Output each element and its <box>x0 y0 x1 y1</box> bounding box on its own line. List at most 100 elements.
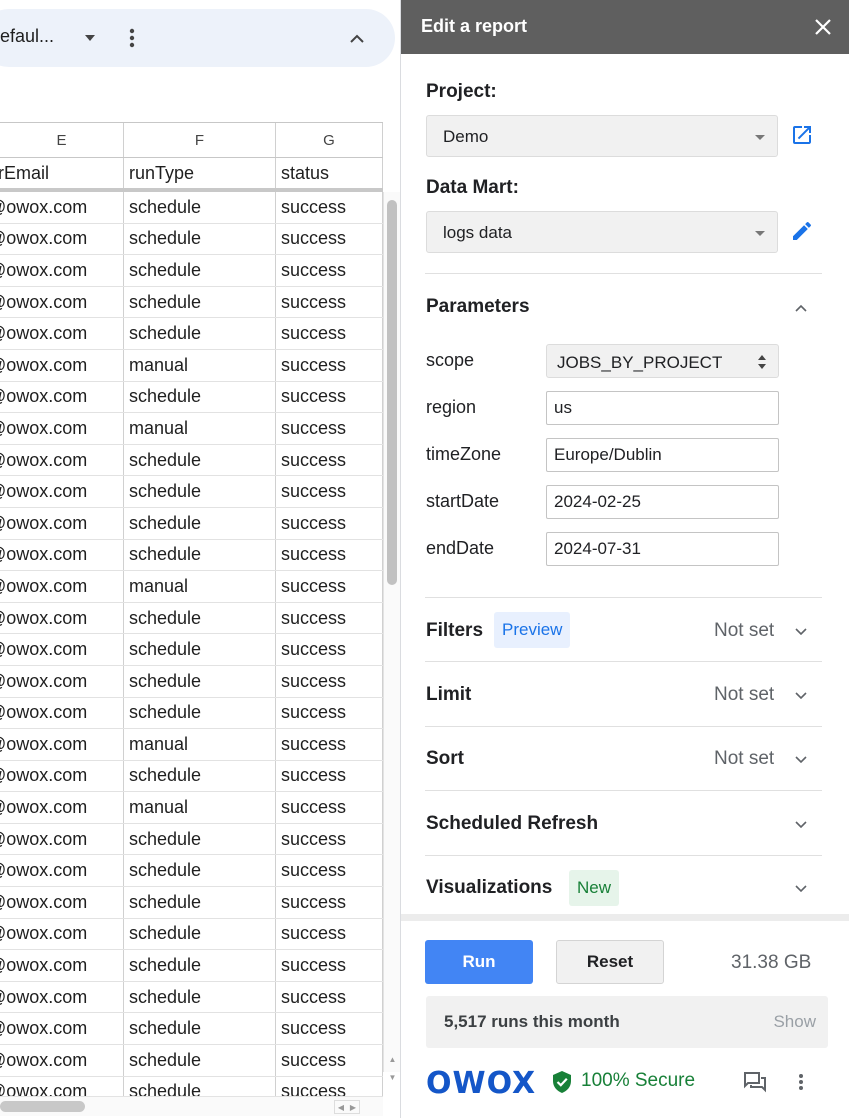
reset-button[interactable]: Reset <box>556 940 664 984</box>
cell[interactable]: schedule <box>124 318 276 349</box>
cell[interactable]: schedule <box>124 381 276 413</box>
cell[interactable]: @owox.com <box>0 476 124 507</box>
cell[interactable]: success <box>276 697 383 729</box>
project-select[interactable]: Demo <box>426 115 778 157</box>
cell[interactable]: @owox.com <box>0 413 124 444</box>
column-header-f[interactable]: F <box>124 123 276 157</box>
caret-down-icon[interactable] <box>80 26 100 50</box>
cell[interactable]: @owox.com <box>0 887 124 918</box>
more-vert-icon[interactable] <box>791 1068 811 1096</box>
startdate-input[interactable] <box>546 485 779 519</box>
run-button[interactable]: Run <box>425 940 533 984</box>
cell[interactable]: @owox.com <box>0 760 124 792</box>
cell[interactable]: schedule <box>124 444 276 476</box>
cell[interactable]: schedule <box>124 918 276 950</box>
cell[interactable]: @owox.com <box>0 792 124 823</box>
cell[interactable]: schedule <box>124 255 276 286</box>
cell[interactable]: @owox.com <box>0 855 124 887</box>
cell[interactable]: @owox.com <box>0 349 124 381</box>
cell[interactable]: @owox.com <box>0 444 124 476</box>
limit-title[interactable]: Limit <box>426 684 471 706</box>
scope-select[interactable]: JOBS_BY_PROJECT <box>546 344 779 378</box>
cell[interactable]: schedule <box>124 697 276 729</box>
cell[interactable]: @owox.com <box>0 697 124 729</box>
cell[interactable]: manual <box>124 571 276 602</box>
vertical-scrollbar[interactable]: ▲ ▼ <box>383 192 400 1082</box>
scroll-left-icon[interactable]: ◀ <box>338 1103 344 1112</box>
cell[interactable]: success <box>276 192 383 223</box>
horizontal-scrollbar[interactable]: ◀ ▶ <box>0 1096 383 1116</box>
cell[interactable]: @owox.com <box>0 665 124 697</box>
cell[interactable]: schedule <box>124 950 276 981</box>
cell[interactable]: success <box>276 539 383 571</box>
view-name[interactable]: efaul... <box>0 26 54 47</box>
cell[interactable]: @owox.com <box>0 1013 124 1045</box>
cell[interactable]: manual <box>124 729 276 760</box>
cell[interactable]: success <box>276 950 383 981</box>
cell[interactable]: @owox.com <box>0 1045 124 1076</box>
chevron-down-icon[interactable] <box>791 814 811 834</box>
cell[interactable]: schedule <box>124 634 276 665</box>
sort-value[interactable]: Not set <box>714 748 774 770</box>
cell[interactable]: schedule <box>124 760 276 792</box>
timezone-input[interactable] <box>546 438 779 472</box>
cell[interactable]: schedule <box>124 192 276 223</box>
cell[interactable]: manual <box>124 413 276 444</box>
cell[interactable]: @owox.com <box>0 823 124 855</box>
cell[interactable]: manual <box>124 349 276 381</box>
cell[interactable]: success <box>276 349 383 381</box>
cell[interactable]: success <box>276 792 383 823</box>
scheduled-refresh-title[interactable]: Scheduled Refresh <box>426 813 598 835</box>
parameters-title[interactable]: Parameters <box>426 296 530 318</box>
cell[interactable]: @owox.com <box>0 634 124 665</box>
cell[interactable]: @owox.com <box>0 602 124 634</box>
cell[interactable]: schedule <box>124 665 276 697</box>
cell[interactable]: success <box>276 855 383 887</box>
cell[interactable]: success <box>276 255 383 286</box>
enddate-input[interactable] <box>546 532 779 566</box>
cell[interactable]: success <box>276 981 383 1013</box>
cell[interactable]: schedule <box>124 507 276 539</box>
cell[interactable]: status <box>276 158 383 188</box>
cell[interactable]: schedule <box>124 1013 276 1045</box>
cell[interactable]: success <box>276 223 383 255</box>
chevron-down-icon[interactable] <box>791 621 811 641</box>
cell[interactable]: success <box>276 665 383 697</box>
cell[interactable]: schedule <box>124 223 276 255</box>
cell[interactable]: success <box>276 507 383 539</box>
cell[interactable]: schedule <box>124 286 276 318</box>
close-icon[interactable] <box>809 13 837 41</box>
chevron-down-icon[interactable] <box>791 749 811 769</box>
cell[interactable]: success <box>276 1045 383 1076</box>
cell[interactable]: @owox.com <box>0 507 124 539</box>
cell[interactable]: schedule <box>124 887 276 918</box>
open-in-new-icon[interactable] <box>788 121 816 149</box>
chevron-up-icon[interactable] <box>791 298 811 318</box>
region-input[interactable] <box>546 391 779 425</box>
show-link[interactable]: Show <box>773 1012 816 1032</box>
cell[interactable]: @owox.com <box>0 192 124 223</box>
cell[interactable]: success <box>276 729 383 760</box>
cell[interactable]: success <box>276 634 383 665</box>
cell[interactable]: @owox.com <box>0 255 124 286</box>
edit-pencil-icon[interactable] <box>788 217 816 245</box>
datamart-select[interactable]: logs data <box>426 211 778 253</box>
cell[interactable]: schedule <box>124 602 276 634</box>
scrollbar-thumb[interactable] <box>387 200 397 585</box>
scroll-arrows[interactable]: ◀ ▶ <box>334 1100 360 1114</box>
cell[interactable]: schedule <box>124 539 276 571</box>
chevron-up-icon[interactable] <box>342 24 372 52</box>
cell[interactable]: success <box>276 887 383 918</box>
cell[interactable]: schedule <box>124 981 276 1013</box>
cell[interactable]: success <box>276 444 383 476</box>
cell[interactable]: success <box>276 602 383 634</box>
feedback-icon[interactable] <box>741 1068 769 1096</box>
column-header-g[interactable]: G <box>276 123 383 157</box>
filters-title[interactable]: Filters <box>426 620 483 642</box>
cell[interactable]: success <box>276 760 383 792</box>
cell[interactable]: success <box>276 381 383 413</box>
sort-title[interactable]: Sort <box>426 748 464 770</box>
cell[interactable]: success <box>276 476 383 507</box>
scroll-up-icon[interactable]: ▲ <box>387 1052 398 1066</box>
cell[interactable]: success <box>276 318 383 349</box>
